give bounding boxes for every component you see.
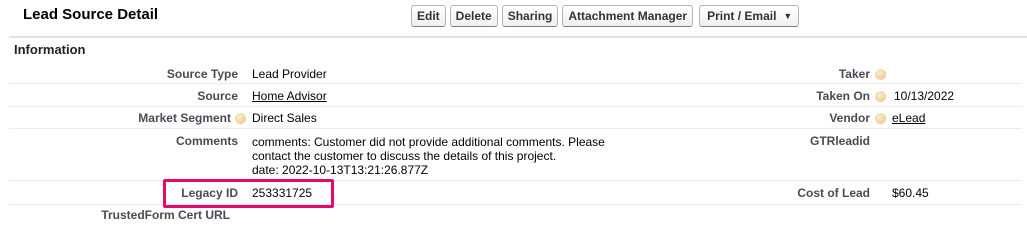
source-label: Source xyxy=(197,89,238,103)
trustedform-cert-url-label: TrustedForm Cert URL xyxy=(101,208,230,222)
taken-on-label: Taken On xyxy=(816,89,870,103)
page-header: Lead Source Detail Edit Delete Sharing A… xyxy=(0,0,1027,34)
attachment-manager-button[interactable]: Attachment Manager xyxy=(562,5,694,27)
source-type-label: Source Type xyxy=(166,67,238,81)
section-title: Information xyxy=(14,42,86,57)
edit-button[interactable]: Edit xyxy=(411,5,446,27)
comments-line: contact the customer to discuss the deta… xyxy=(252,149,557,163)
chevron-down-icon: ▼ xyxy=(783,11,793,21)
detail-row: TrustedForm Cert URL xyxy=(9,205,1022,229)
detail-row: Legacy ID 253331725 Cost of Lead $60.45 xyxy=(9,181,1022,205)
comments-value: comments: Customer did not provide addit… xyxy=(252,135,605,177)
information-section-header: Information xyxy=(9,36,1027,60)
print-email-label: Print / Email xyxy=(707,9,777,23)
sharing-button[interactable]: Sharing xyxy=(501,5,559,27)
taker-label: Taker xyxy=(838,67,870,81)
market-segment-value: Direct Sales xyxy=(252,111,317,125)
market-segment-label: Market Segment xyxy=(138,111,231,125)
cost-of-lead-value: $60.45 xyxy=(892,186,929,200)
source-type-value: Lead Provider xyxy=(252,67,327,81)
detail-row: Source Type Lead Provider Taker xyxy=(9,62,1022,84)
detail-row: Source Home Advisor Taken On 10/13/2022 xyxy=(9,84,1022,107)
vendor-label: Vendor xyxy=(829,111,870,125)
source-link[interactable]: Home Advisor xyxy=(252,89,327,103)
comments-line: comments: Customer did not provide addit… xyxy=(252,135,605,149)
detail-row: Market Segment Direct Sales Vendor eLead xyxy=(9,107,1022,129)
cost-of-lead-label: Cost of Lead xyxy=(797,186,870,200)
gtrleadid-label: GTRleadid xyxy=(809,134,870,148)
detail-row: Comments comments: Customer did not prov… xyxy=(9,129,1022,181)
taken-on-value: 10/13/2022 xyxy=(894,89,955,103)
help-bubble-icon[interactable] xyxy=(875,113,886,124)
print-email-button[interactable]: Print / Email ▼ xyxy=(699,5,800,27)
vendor-link[interactable]: eLead xyxy=(892,111,925,125)
legacy-id-highlight-box xyxy=(163,179,334,208)
help-bubble-icon[interactable] xyxy=(875,69,886,80)
help-bubble-icon[interactable] xyxy=(235,113,246,124)
comments-line: date: 2022-10-13T13:21:26.877Z xyxy=(252,163,429,177)
button-bar: Edit Delete Sharing Attachment Manager P… xyxy=(411,5,803,27)
help-bubble-icon[interactable] xyxy=(875,91,886,102)
page-title: Lead Source Detail xyxy=(23,6,159,23)
delete-button[interactable]: Delete xyxy=(449,5,498,27)
comments-label: Comments xyxy=(175,134,238,148)
